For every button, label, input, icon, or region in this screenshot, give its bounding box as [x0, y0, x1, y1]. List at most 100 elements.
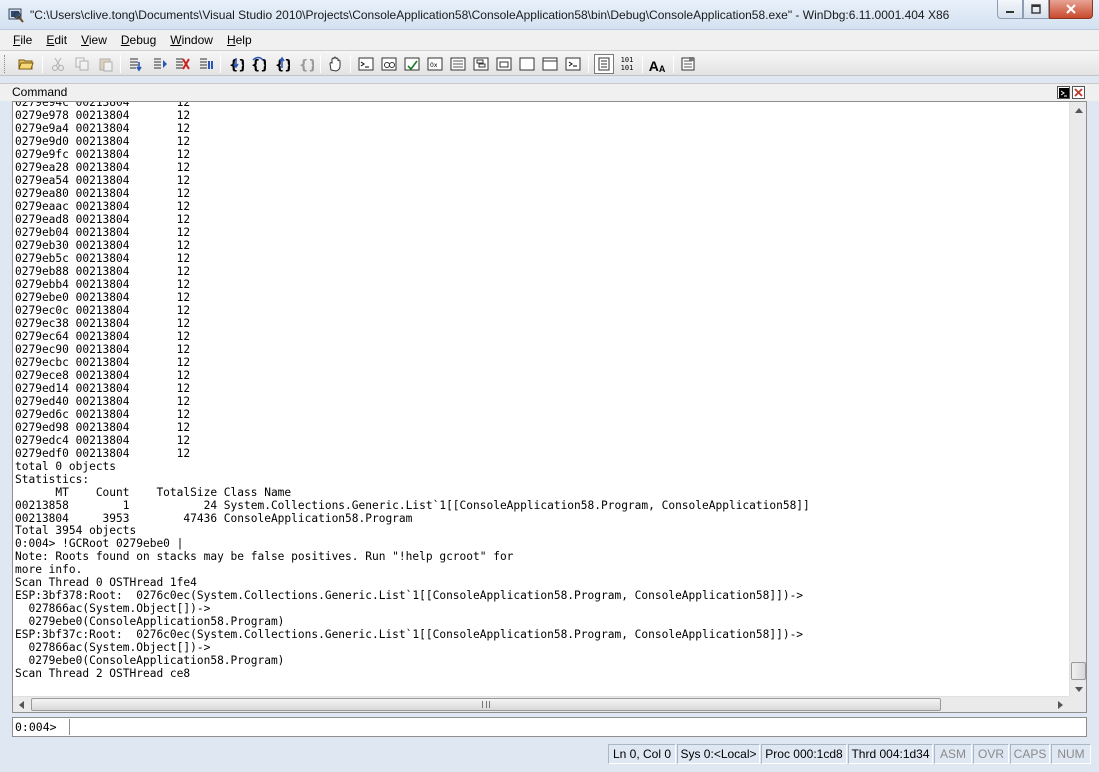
- command-window-button[interactable]: [356, 54, 376, 74]
- run-to-cursor-button[interactable]: {}: [296, 54, 316, 74]
- source-mode-button[interactable]: [563, 54, 583, 74]
- menu-debug-accel: D: [120, 33, 130, 47]
- status-num: NUM: [1051, 744, 1091, 764]
- scroll-left-icon: [19, 701, 24, 709]
- close-icon: [1066, 4, 1076, 14]
- output-line: 00213858 1 24 System.Collections.Generic…: [15, 498, 810, 512]
- hex-display-button[interactable]: 101 101: [616, 54, 638, 74]
- command-input[interactable]: [69, 719, 1079, 735]
- processes-threads-button[interactable]: [540, 54, 560, 74]
- memory-window-button[interactable]: [448, 54, 468, 74]
- restart-icon: [154, 58, 167, 69]
- output-line: MT Count TotalSize Class Name: [15, 485, 292, 499]
- scratch-pad-button[interactable]: [517, 54, 537, 74]
- scroll-left-button[interactable]: [13, 697, 30, 713]
- paste-button[interactable]: [96, 54, 116, 74]
- break-icon: [200, 58, 213, 69]
- menu-help[interactable]: Help: [220, 31, 259, 49]
- font-icon: A: [648, 58, 659, 74]
- menu-file[interactable]: File: [6, 31, 39, 49]
- output-line: 0279ebe0(ConsoleApplication58.Program): [15, 615, 285, 629]
- title-bar: "C:\Users\clive.tong\Documents\Visual St…: [0, 0, 1099, 30]
- cut-button[interactable]: [48, 54, 68, 74]
- window-controls: [997, 0, 1093, 20]
- output-line: more info.: [15, 563, 83, 577]
- step-over-button[interactable]: {}: [248, 54, 268, 74]
- output-line: 0279ebe0(ConsoleApplication58.Program): [15, 654, 285, 668]
- options-icon: [681, 57, 695, 71]
- output-line: 0279ece8 00213804 12: [15, 368, 191, 382]
- scroll-right-icon: [1058, 701, 1063, 709]
- stop-debugging-icon: [176, 58, 190, 70]
- copy-icon: [75, 57, 89, 71]
- maximize-icon: [1031, 4, 1041, 14]
- vertical-scrollbar[interactable]: [1069, 102, 1086, 698]
- windbg-app-icon[interactable]: [8, 7, 24, 23]
- hand-icon: [329, 56, 341, 72]
- toolbar: {} {} {} {} 0x 10: [0, 50, 1099, 76]
- command-prompt: 0:004>: [15, 720, 57, 734]
- minimize-button[interactable]: [997, 0, 1023, 19]
- status-line-col: Ln 0, Col 0: [608, 744, 676, 764]
- locals-window-button[interactable]: [402, 54, 422, 74]
- status-thread: Thrd 004:1d34: [848, 744, 933, 764]
- menu-debug[interactable]: Debug: [114, 31, 163, 49]
- command-window-menu-button[interactable]: [1057, 86, 1070, 99]
- output-line: 0279e9fc 00213804 12: [15, 147, 191, 161]
- close-button[interactable]: [1049, 0, 1093, 19]
- restart-button[interactable]: [150, 54, 170, 74]
- output-line: 00213804 3953 47436 ConsoleApplication58…: [15, 511, 413, 525]
- status-asm: ASM: [934, 744, 972, 764]
- command-output-pane[interactable]: 0279e94c 00213804 12 0279e978 00213804 12…: [12, 101, 1087, 713]
- open-folder-icon: [18, 59, 34, 70]
- output-line: 0279eb30 00213804 12: [15, 238, 191, 252]
- output-line: Note: Roots found on stacks may be false…: [15, 550, 514, 564]
- horizontal-scroll-thumb[interactable]: [31, 698, 941, 711]
- menu-file-label: ile: [20, 33, 33, 47]
- go-button[interactable]: [126, 54, 146, 74]
- options-button[interactable]: [678, 54, 698, 74]
- status-process: Proc 000:1cd8: [761, 744, 847, 764]
- status-ovr: OVR: [973, 744, 1009, 764]
- call-stack-window-button[interactable]: [471, 54, 491, 74]
- maximize-button[interactable]: [1023, 0, 1049, 19]
- output-line: 0279e978 00213804 12: [15, 108, 191, 122]
- step-out-button[interactable]: {}: [272, 54, 292, 74]
- disassembly-window-button[interactable]: [494, 54, 514, 74]
- watch-window-button[interactable]: [379, 54, 399, 74]
- processes-threads-icon: [542, 57, 558, 71]
- toggle-breakpoint-button[interactable]: [325, 54, 345, 74]
- scroll-up-button[interactable]: [1070, 102, 1087, 119]
- copy-button[interactable]: [72, 54, 92, 74]
- scroll-right-button[interactable]: [1052, 697, 1069, 713]
- open-button[interactable]: [16, 54, 36, 74]
- registers-icon: 0x: [427, 57, 443, 71]
- menu-window[interactable]: Window: [163, 31, 220, 49]
- toolbar-grip[interactable]: [4, 55, 7, 73]
- menu-edit[interactable]: Edit: [39, 31, 74, 49]
- break-button[interactable]: [196, 54, 216, 74]
- vertical-scroll-thumb[interactable]: [1071, 662, 1086, 680]
- step-over-icon: {}: [251, 56, 266, 72]
- stop-debugging-button[interactable]: [172, 54, 192, 74]
- command-panel-title: Command: [12, 85, 68, 99]
- menu-help-accel: H: [226, 33, 236, 47]
- horizontal-scrollbar[interactable]: [13, 696, 1069, 712]
- menu-debug-label: ebug: [129, 33, 157, 47]
- menu-view[interactable]: View: [74, 31, 114, 49]
- output-line: 027866ac(System.Object[])->: [15, 641, 211, 655]
- font-button[interactable]: AA: [647, 54, 667, 74]
- command-input-row: 0:004>: [12, 717, 1087, 737]
- svg-text:0x: 0x: [430, 62, 438, 69]
- command-panel-close-button[interactable]: [1072, 86, 1085, 99]
- source-mode-on-button[interactable]: [594, 54, 614, 74]
- menu-help-label: elp: [235, 33, 252, 47]
- call-stack-icon: [473, 57, 489, 71]
- menu-window-label: indow: [181, 33, 213, 47]
- output-line: 0279ea28 00213804 12: [15, 160, 191, 174]
- menu-edit-label: dit: [54, 33, 68, 47]
- step-into-button[interactable]: {}: [226, 54, 246, 74]
- paste-icon: [99, 58, 113, 72]
- output-line: 0279eaac 00213804 12: [15, 199, 191, 213]
- registers-window-button[interactable]: 0x: [425, 54, 445, 74]
